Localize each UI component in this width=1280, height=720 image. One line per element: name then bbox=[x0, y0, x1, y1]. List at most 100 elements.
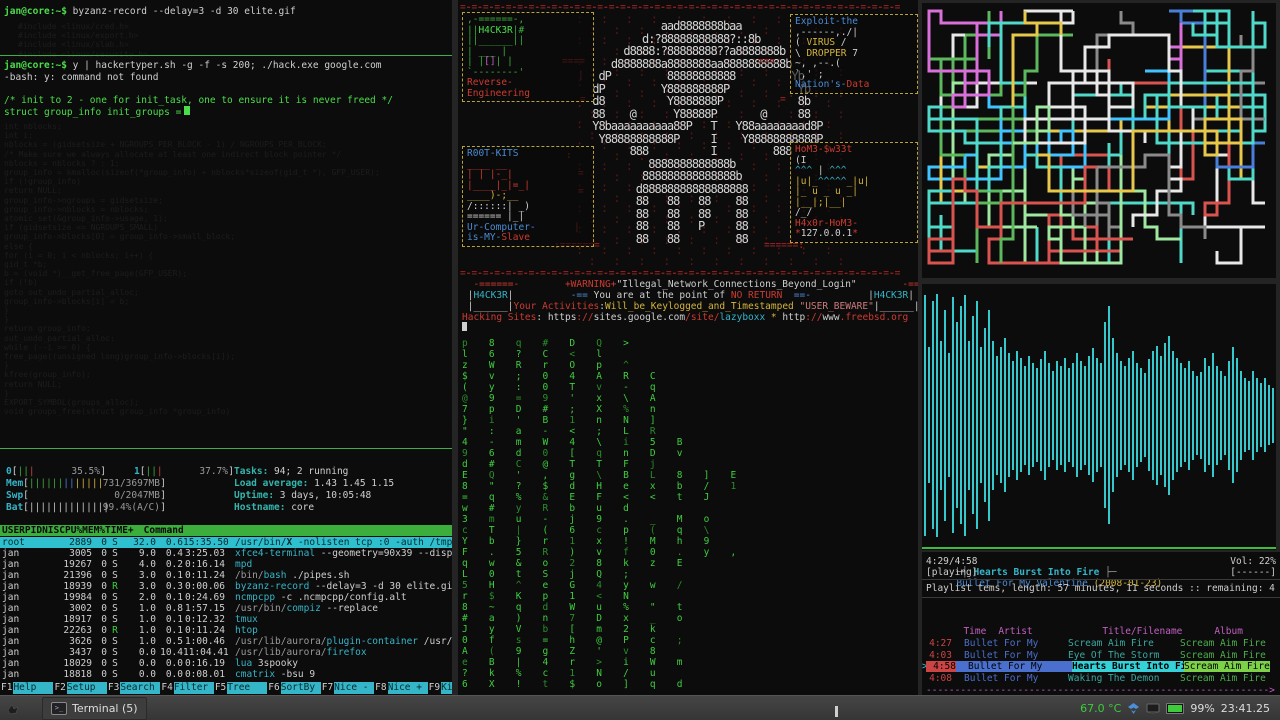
process-row[interactable]: jan 3437 0 S 0.0 10.411:04.41/usr/lib/aurora/… bbox=[0, 647, 452, 658]
fkey-nice[interactable]: F7 Nice - bbox=[320, 682, 375, 694]
fkey-sortby[interactable]: F6 SortBy bbox=[267, 682, 321, 694]
terminal-window-center[interactable]: =-=-=-=-=-=-=-=-=-=-=-=-=-=-=-=-=-=-=-=-… bbox=[458, 0, 918, 695]
visualizer-bar bbox=[996, 355, 998, 475]
shell-prompt-line1: jan@core:~$ byzanz-record --delay=3 -d 3… bbox=[4, 6, 296, 17]
matrix-char bbox=[610, 580, 623, 591]
matrix-char bbox=[502, 580, 515, 591]
ghost-line: group_info->nblocks = nblocks; bbox=[4, 204, 149, 214]
audio-visualizer-window[interactable] bbox=[922, 284, 1276, 550]
matrix-char bbox=[583, 668, 596, 679]
col-user[interactable]: USER bbox=[0, 525, 25, 536]
matrix-char bbox=[583, 525, 596, 536]
network-tray-icon[interactable] bbox=[1127, 702, 1140, 715]
clock[interactable]: 23:41.25 bbox=[1221, 702, 1270, 715]
process-row[interactable]: jan 18818 0 S 0.0 0.0 0:08.01 cmatrix -bsu 9 bbox=[0, 669, 452, 680]
taskbar-window-button[interactable]: >_ Terminal (5) bbox=[42, 697, 147, 720]
track-album: Scream Aim Fire bbox=[1180, 649, 1266, 661]
matrix-char: 4 bbox=[542, 657, 556, 668]
matrix-char bbox=[663, 558, 676, 569]
header-title[interactable]: Title/Filename bbox=[1102, 626, 1214, 637]
visualizer-bar bbox=[992, 340, 994, 490]
header-album[interactable]: Album bbox=[1214, 626, 1243, 637]
fkey-nice[interactable]: F8 Nice + bbox=[374, 682, 428, 694]
col-command[interactable]: Command bbox=[134, 525, 184, 536]
cmd-basename: compiz bbox=[286, 603, 321, 614]
col-ni[interactable]: NI bbox=[42, 525, 53, 536]
process-row[interactable]: jan 21396 0 S 3.0 0.1 0:11.24/bin/bash ./pipes… bbox=[0, 570, 452, 581]
matrix-char bbox=[690, 514, 703, 525]
process-row[interactable]: jan 3002 0 S 1.0 0.8 1:57.15/usr/bin/compiz --… bbox=[0, 603, 452, 614]
htop-column-header[interactable]: USERPIDNISCPU%MEM%TIME+ Command bbox=[0, 525, 452, 536]
matrix-char bbox=[529, 503, 542, 514]
col-pid[interactable]: PID bbox=[25, 525, 42, 536]
volume-indicator[interactable]: Vol: 22% bbox=[1230, 556, 1276, 567]
matrix-char bbox=[610, 470, 623, 481]
matrix-char: w bbox=[488, 558, 503, 569]
battery-icon[interactable] bbox=[1166, 703, 1185, 714]
tmux-pane-separator[interactable] bbox=[0, 55, 452, 56]
matrix-char: Y bbox=[462, 536, 476, 547]
fkey-help[interactable]: F1 Help bbox=[0, 682, 54, 694]
playlist-track[interactable]: 4:27 Bullet For My Scream Aim Fire Scream A… bbox=[922, 638, 1280, 649]
progress-indicator[interactable]: [------] bbox=[1230, 567, 1276, 578]
matrix-char: 2 bbox=[623, 624, 637, 635]
matrix-char bbox=[610, 657, 623, 668]
matrix-char: q bbox=[462, 558, 476, 569]
matrix-row: 4 - m W 4 \ i 5 B bbox=[462, 437, 744, 448]
process-cell: S bbox=[112, 614, 118, 625]
process-row[interactable]: jan 3005 0 S 9.0 0.4 3:25.03 xfce4-terminal --g… bbox=[0, 548, 452, 559]
app-launcher-icon[interactable] bbox=[6, 703, 20, 715]
display-tray-icon[interactable] bbox=[1146, 702, 1160, 715]
ghost-code-block: int nblocks; int i; nblocks = (gidsetsiz… bbox=[4, 122, 380, 417]
pipe-segment bbox=[989, 45, 1243, 181]
process-cell: 2.0 bbox=[138, 592, 156, 603]
matrix-char: v bbox=[623, 646, 637, 657]
col-cpu[interactable]: CPU% bbox=[59, 525, 82, 536]
box-line: Engineering bbox=[467, 88, 589, 100]
playlist-track[interactable]: 4:03 Bullet For My Eye Of The Storm Scream … bbox=[922, 650, 1280, 661]
matrix-char bbox=[556, 415, 569, 426]
col-time[interactable]: TIME+ bbox=[105, 525, 134, 536]
process-cell: 0 bbox=[101, 592, 107, 603]
matrix-char bbox=[556, 448, 569, 459]
fkey-setup[interactable]: F2 Setup bbox=[53, 682, 107, 694]
cmd-args: --delay=3 -d 30 elite.gif bbox=[309, 581, 452, 592]
fkey-kill[interactable]: F9Kill bbox=[427, 682, 452, 694]
process-row[interactable]: jan 18939 0 R 3.0 0.3 0:00.06 byzanz-record --d… bbox=[0, 581, 452, 592]
process-cell: 0.0 bbox=[138, 658, 156, 669]
header-artist[interactable]: Artist bbox=[986, 626, 1102, 637]
matrix-char bbox=[502, 646, 515, 657]
ncmpcpp-window[interactable]: ─┤ Hearts Burst Into Fire ├─ 4:29/4:58 V… bbox=[922, 552, 1280, 695]
matrix-char bbox=[636, 580, 649, 591]
process-row[interactable]: jan 18917 0 S 1.0 0.1 0:12.32 tmux bbox=[0, 614, 452, 625]
terminal-window-left[interactable]: jan@core:~$ byzanz-record --delay=3 -d 3… bbox=[0, 0, 452, 695]
header-time[interactable]: Time bbox=[956, 626, 986, 637]
fkey-tree[interactable]: F5 Tree bbox=[213, 682, 268, 694]
process-row[interactable]: jan 22263 0 R 1.0 0.1 0:11.24 htop bbox=[0, 625, 452, 636]
playlist-track[interactable]: 4:08 Bullet For My Waking The Demon Scream … bbox=[922, 673, 1280, 684]
process-row[interactable]: root 2889 0 S 32.0 0.615:35.50/usr/bin/X -nol… bbox=[0, 537, 452, 548]
process-row[interactable]: jan 19984 0 S 2.0 0.1 0:24.69 ncmpcpp -c .ncmpc… bbox=[0, 592, 452, 603]
matrix-char: < bbox=[569, 349, 583, 360]
fkey-filter[interactable]: F4 Filter bbox=[160, 682, 214, 694]
col-mem[interactable]: MEM% bbox=[82, 525, 105, 536]
playback-state[interactable]: [playing] bbox=[926, 567, 977, 578]
matrix-char: x bbox=[649, 481, 664, 492]
matrix-row: c T | ( 6 c p ( q \ bbox=[462, 525, 744, 536]
tmux-pane-separator[interactable] bbox=[0, 448, 452, 449]
process-row[interactable]: jan 3626 0 S 1.0 0.5 1:00.46/usr/lib/aurora/pl… bbox=[0, 636, 452, 647]
matrix-char bbox=[556, 514, 569, 525]
visualizer-bar bbox=[1244, 378, 1246, 452]
pipes-screensaver-window[interactable] bbox=[922, 3, 1276, 278]
visualizer-bar bbox=[1052, 370, 1054, 460]
matrix-char bbox=[556, 558, 569, 569]
process-row[interactable]: jan 18029 0 S 0.0 0.0 0:16.19 lua 3spooky bbox=[0, 658, 452, 669]
matrix-char bbox=[502, 668, 515, 679]
process-row[interactable]: jan 19267 0 S 4.0 0.2 0:16.14 mpd bbox=[0, 559, 452, 570]
matrix-char: 4 bbox=[462, 437, 476, 448]
matrix-char: p bbox=[596, 360, 610, 371]
fkey-search[interactable]: F3 Search bbox=[106, 682, 161, 694]
matrix-char: C bbox=[649, 371, 664, 382]
playlist-track[interactable]: >4:58 Bullet For My Hearts Burst Into Fire… bbox=[922, 661, 1280, 672]
matrix-char: p bbox=[462, 338, 476, 349]
